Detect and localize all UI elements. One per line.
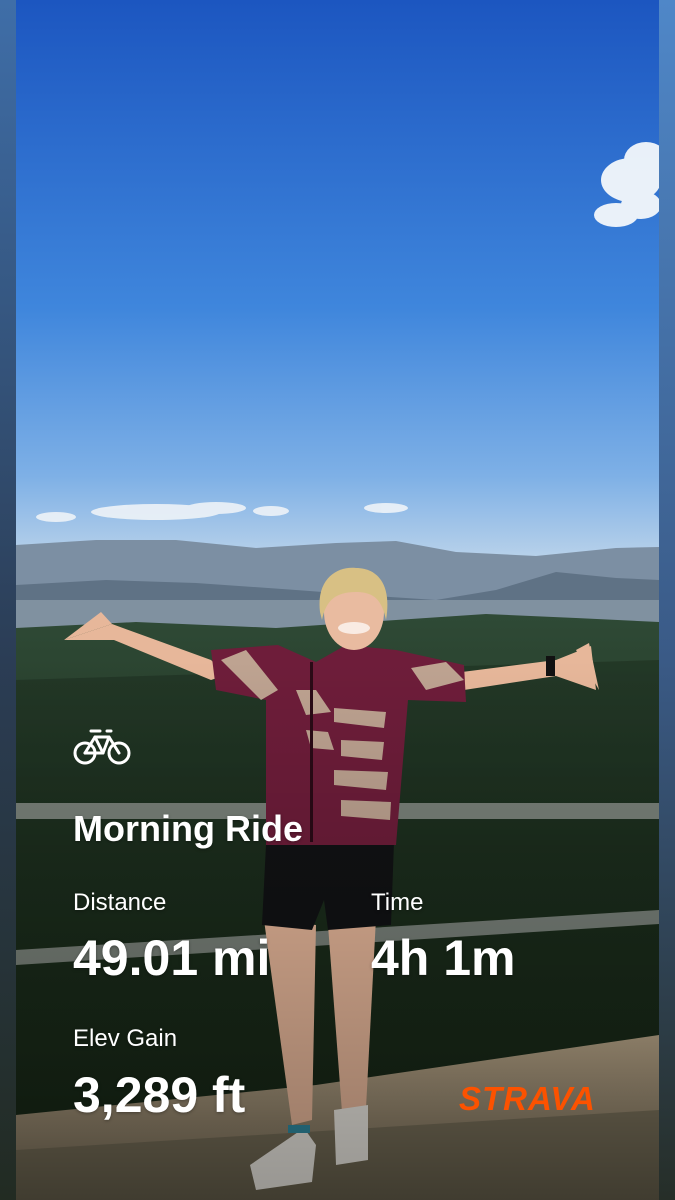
- left-blur-edge: [0, 0, 16, 1200]
- elevation-label: Elev Gain: [73, 1025, 178, 1052]
- time-value: 4h 1m: [371, 930, 516, 986]
- activity-title: Morning Ride: [73, 808, 303, 849]
- elevation-value: 3,289 ft: [73, 1067, 246, 1123]
- strava-logo: STRAVA: [459, 1080, 596, 1117]
- distance-value: 49.01 mi: [73, 930, 271, 986]
- activity-stats-overlay: Morning Ride Distance 49.01 mi Time 4h 1…: [73, 0, 633, 1200]
- right-blur-edge: [659, 0, 675, 1200]
- story-card: Morning Ride Distance 49.01 mi Time 4h 1…: [0, 0, 675, 1200]
- bicycle-icon: [73, 729, 131, 765]
- distance-label: Distance: [73, 889, 167, 916]
- time-label: Time: [371, 889, 424, 916]
